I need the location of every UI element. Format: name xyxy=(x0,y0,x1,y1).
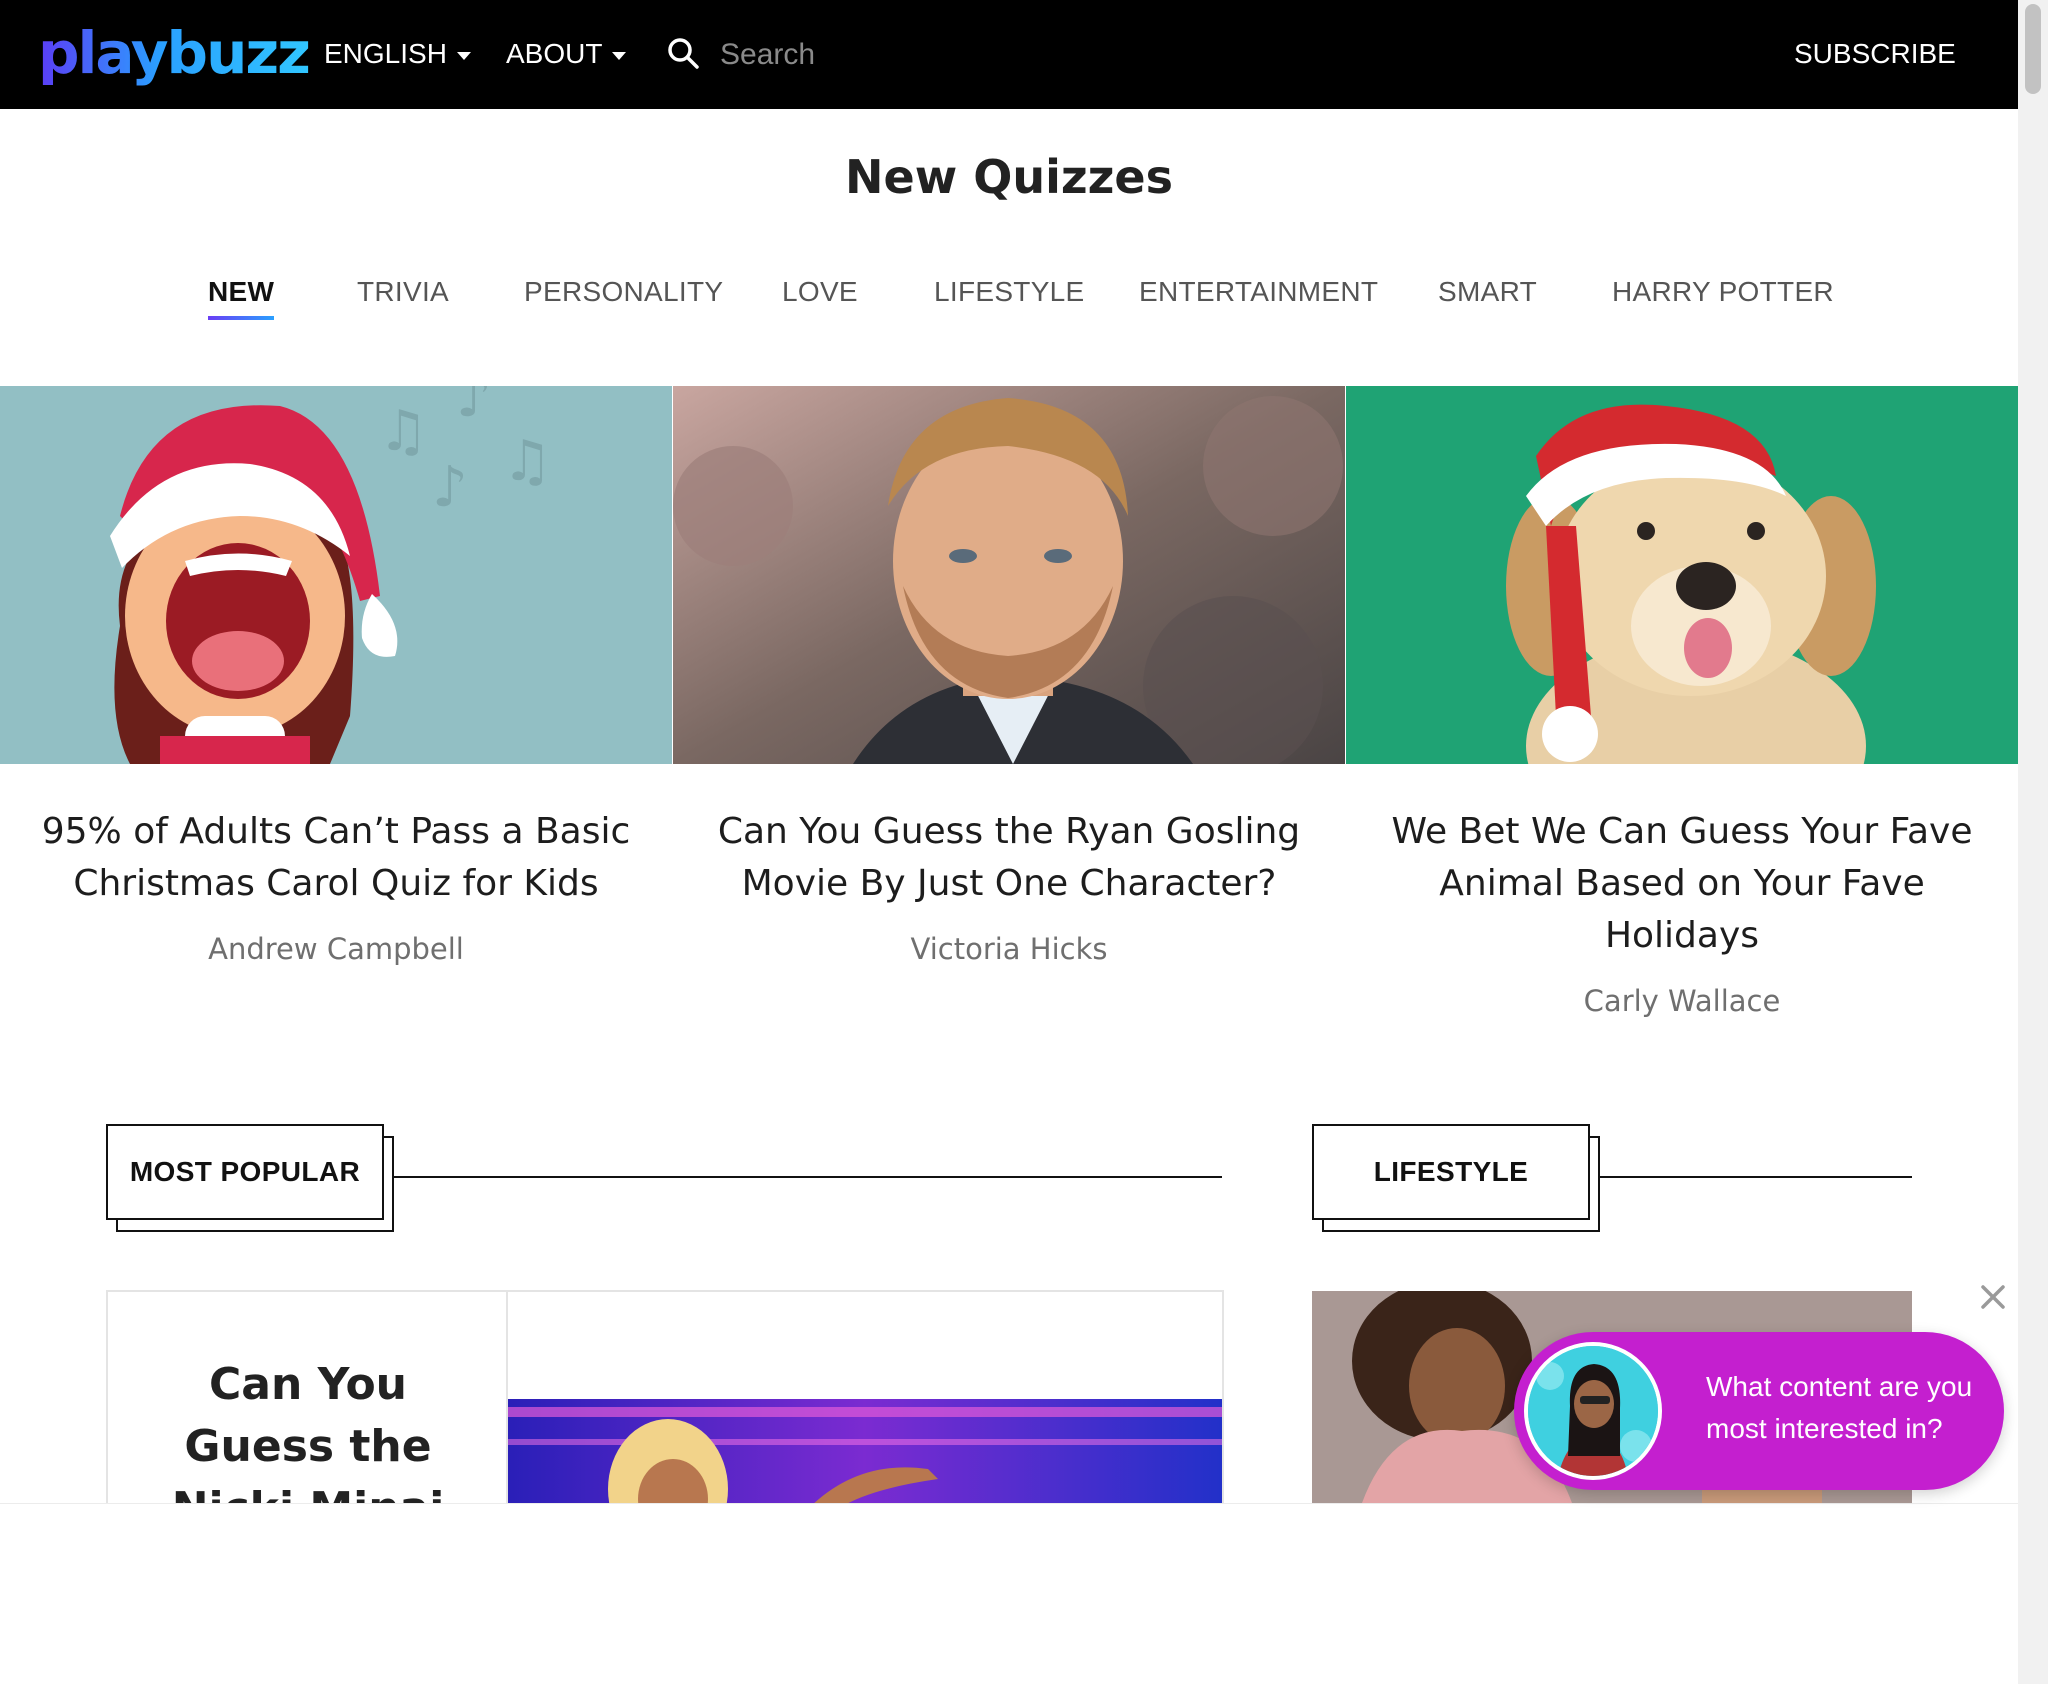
page-title: New Quizzes xyxy=(845,150,1173,204)
svg-text:♫: ♫ xyxy=(378,399,428,464)
chevron-down-icon xyxy=(612,51,627,60)
section-label-lifestyle: LIFESTYLE xyxy=(1312,1124,1590,1220)
search-box xyxy=(666,28,1026,80)
quiz-card-image xyxy=(1346,386,2018,764)
tab-trivia[interactable]: TRIVIA xyxy=(357,270,449,314)
subscribe-button[interactable]: SUBSCRIBE xyxy=(1794,32,1956,76)
tab-label: NEW xyxy=(208,276,275,307)
quiz-card[interactable]: We Bet We Can Guess Your Fave Animal Bas… xyxy=(1346,386,2018,1018)
svg-text:♫: ♫ xyxy=(502,429,552,494)
popup-message: What content are you most interested in? xyxy=(1706,1371,1973,1444)
svg-text:♪: ♪ xyxy=(432,455,468,520)
top-nav: playbuzz ENGLISH ABOUT SUBSCRIBE xyxy=(0,0,2018,109)
tab-entertainment[interactable]: ENTERTAINMENT xyxy=(1139,270,1378,314)
playbuzz-logo[interactable]: playbuzz xyxy=(38,18,311,88)
popular-quiz-card[interactable]: Can You Guess the Nicki Minaj xyxy=(106,1290,1224,1507)
search-icon[interactable] xyxy=(666,36,700,70)
quiz-card-image: ♫ ♪ ♫ ♪ xyxy=(0,386,672,764)
content-interest-popup[interactable]: What content are you most interested in? xyxy=(1514,1332,2004,1490)
quiz-card-title[interactable]: We Bet We Can Guess Your Fave Animal Bas… xyxy=(1386,806,1978,962)
tab-smart[interactable]: SMART xyxy=(1438,270,1537,314)
tab-personality[interactable]: PERSONALITY xyxy=(524,270,723,314)
quiz-card-image xyxy=(673,386,1345,764)
tab-lifestyle[interactable]: LIFESTYLE xyxy=(934,270,1085,314)
avatar xyxy=(1524,1342,1662,1480)
category-tabs: NEW TRIVIA PERSONALITY LOVE LIFESTYLE EN… xyxy=(0,270,2018,330)
dog-santa-hat-photo xyxy=(1346,386,2018,764)
active-tab-underline xyxy=(208,316,275,320)
popular-quiz-title[interactable]: Can You Guess the Nicki Minaj xyxy=(128,1354,488,1507)
close-icon[interactable] xyxy=(1978,1282,2008,1312)
about-dropdown[interactable]: ABOUT xyxy=(506,32,627,76)
chevron-down-icon xyxy=(456,51,471,60)
quiz-card-title[interactable]: 95% of Adults Can’t Pass a Basic Christm… xyxy=(40,806,632,910)
page-scrollbar[interactable] xyxy=(2018,0,2048,1684)
section-divider-line xyxy=(1600,1176,1912,1178)
svg-text:♪: ♪ xyxy=(456,386,492,430)
quiz-card-title[interactable]: Can You Guess the Ryan Gosling Movie By … xyxy=(713,806,1305,910)
caroling-girl-illustration: ♫ ♪ ♫ ♪ xyxy=(0,386,672,764)
section-divider-line xyxy=(394,1176,1222,1178)
language-dropdown-label: ENGLISH xyxy=(324,38,447,69)
popular-quiz-image xyxy=(508,1399,1222,1507)
quiz-card-author[interactable]: Carly Wallace xyxy=(1346,984,2018,1018)
page-bottom-area xyxy=(0,1503,2018,1685)
scrollbar-thumb[interactable] xyxy=(2025,4,2041,94)
search-input[interactable] xyxy=(718,32,1022,78)
actor-portrait-photo xyxy=(673,386,1345,764)
avatar-woman-illustration xyxy=(1528,1346,1658,1476)
quiz-card-author[interactable]: Andrew Campbell xyxy=(0,932,672,966)
performer-stage-photo xyxy=(508,1399,1222,1507)
section-label-most-popular: MOST POPULAR xyxy=(106,1124,384,1220)
quiz-card[interactable]: ♫ ♪ ♫ ♪ 95% of Adults Can’t Pass a Basic… xyxy=(0,386,672,966)
language-dropdown[interactable]: ENGLISH xyxy=(324,32,471,76)
quiz-card[interactable]: Can You Guess the Ryan Gosling Movie By … xyxy=(673,386,1345,966)
section-label-text: MOST POPULAR xyxy=(129,1156,361,1187)
section-label-text: LIFESTYLE xyxy=(1373,1156,1529,1187)
tab-harry-potter[interactable]: HARRY POTTER xyxy=(1612,270,1834,314)
quiz-card-author[interactable]: Victoria Hicks xyxy=(673,932,1345,966)
about-dropdown-label: ABOUT xyxy=(506,38,603,69)
tab-love[interactable]: LOVE xyxy=(782,270,858,314)
tab-new[interactable]: NEW xyxy=(208,270,275,320)
